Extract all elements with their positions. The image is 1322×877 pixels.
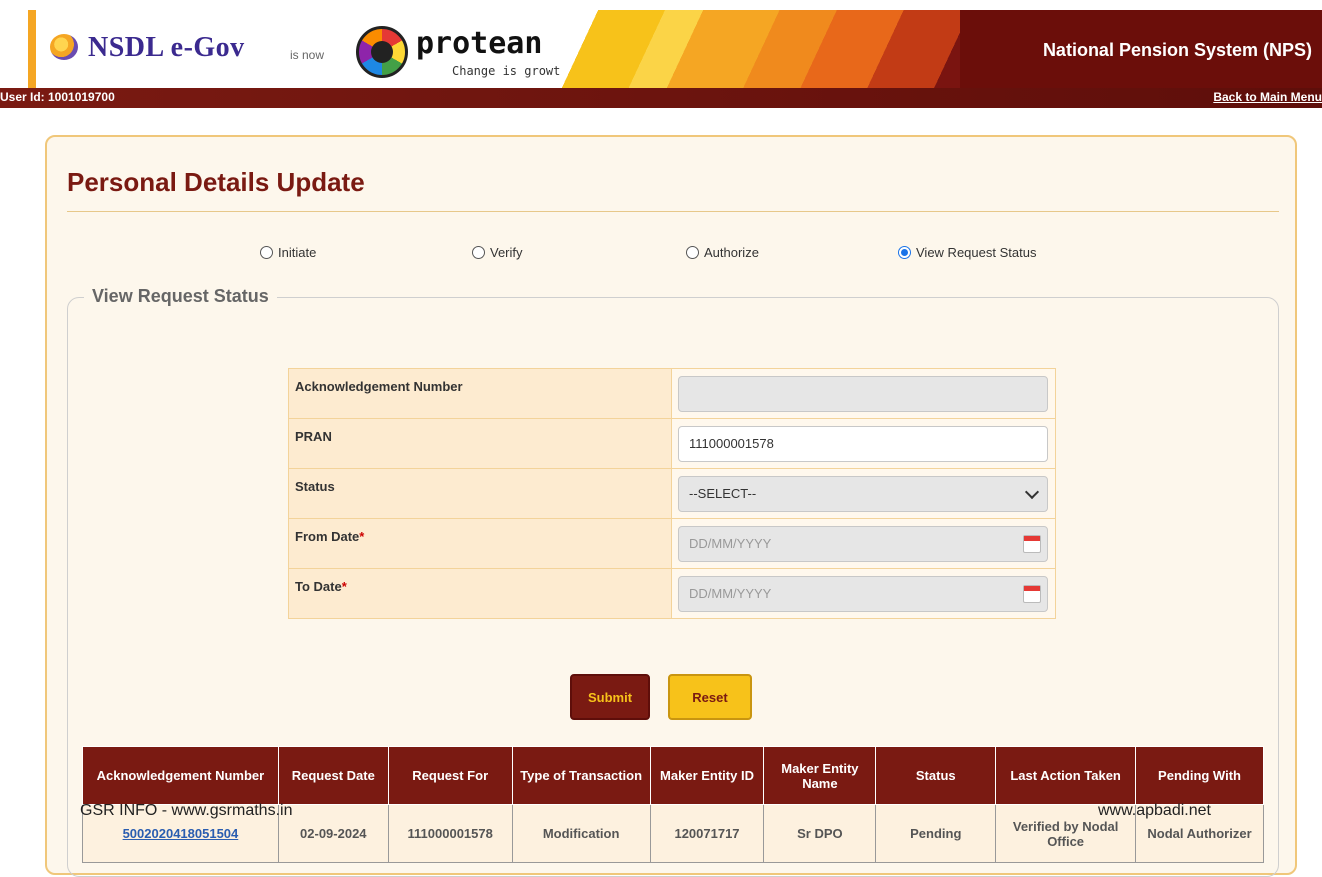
nsdl-logo-text: NSDL e-Gov [88,32,245,63]
col-status: Status [875,746,997,805]
radio-initiate-label: Initiate [278,245,317,260]
watermark-right: www.apbadi.net [1098,802,1211,819]
calendar-icon[interactable] [1023,534,1041,553]
reset-button[interactable]: Reset [668,674,752,720]
col-request-for: Request For [387,746,513,805]
nsdl-logo-icon [50,34,78,60]
form-row-status: Status --SELECT-- [288,468,1056,519]
user-id: User Id: 1001019700 [0,90,115,104]
pran-input-value: 111000001578 [689,436,774,451]
to-date-placeholder: DD/MM/YYYY [689,586,772,601]
col-last-action-taken: Last Action Taken [995,746,1137,805]
radio-view-request-status-label: View Request Status [916,245,1037,260]
ack-number-link[interactable]: 5002020418051504 [123,826,239,841]
header: NSDL e-Gov is now protean Change is grow… [0,0,1322,108]
status-label: Status [288,468,672,519]
protean-logo-icon [356,26,408,78]
cell-maker-entity-name: Sr DPO [763,804,877,863]
from-date-label-cell: From Date* [288,518,672,569]
cell-maker-entity-id: 120071717 [649,804,765,863]
watermark-left: GSR INFO - www.gsrmaths.in [80,802,293,819]
action-radio-group: Initiate Verify Authorize View Request S… [47,245,1297,265]
from-date-input[interactable]: DD/MM/YYYY [678,525,1048,562]
ack-label: Acknowledgement Number [288,368,672,419]
required-mark: * [359,529,365,544]
search-form: Acknowledgement Number PRAN 111000001578… [288,368,1056,619]
form-row-ack: Acknowledgement Number [288,368,1056,419]
from-date-label: From Date [295,529,360,544]
section-legend: View Request Status [84,286,277,307]
col-maker-entity-name: Maker Entity Name [763,746,877,805]
radio-authorize[interactable]: Authorize [686,245,759,260]
to-date-label-cell: To Date* [288,568,672,619]
pran-label: PRAN [288,418,672,469]
cell-status: Pending [875,804,997,863]
cell-request-for: 111000001578 [387,804,513,863]
to-date-input[interactable]: DD/MM/YYYY [678,575,1048,612]
nps-title-bar: National Pension System (NPS) [960,10,1322,90]
radio-verify-label: Verify [490,245,523,260]
radio-authorize-label: Authorize [704,245,759,260]
page-title: Personal Details Update [67,167,365,197]
pran-input[interactable]: 111000001578 [678,425,1048,462]
logo-strip: NSDL e-Gov is now protean Change is grow… [0,10,1322,90]
chevron-down-icon [1024,484,1040,499]
main-panel: Personal Details Update Initiate Verify … [45,135,1297,877]
cell-type-of-transaction: Modification [511,804,651,863]
title-divider [67,211,1279,212]
col-ack-number: Acknowledgement Number [82,746,279,805]
results-header-row: Acknowledgement Number Request Date Requ… [82,746,1264,805]
from-date-placeholder: DD/MM/YYYY [689,536,772,551]
calendar-icon[interactable] [1023,584,1041,603]
user-bar: User Id: 1001019700 Back to Main Menu [0,88,1322,108]
radio-view-request-status[interactable]: View Request Status [898,245,1036,260]
system-title: National Pension System (NPS) [1042,40,1312,60]
required-mark: * [341,579,347,594]
radio-verify[interactable]: Verify [472,245,523,260]
radio-verify-dot[interactable] [472,246,485,259]
status-select[interactable]: --SELECT-- [678,475,1048,512]
form-row-pran: PRAN 111000001578 [288,418,1056,469]
radio-initiate-dot[interactable] [260,246,273,259]
is-now-text: is now [290,48,325,62]
radio-authorize-dot[interactable] [686,246,699,259]
form-row-to-date: To Date* DD/MM/YYYY [288,568,1056,619]
radio-view-request-status-dot[interactable] [898,246,911,259]
status-select-value: --SELECT-- [689,486,757,501]
cell-request-date: 02-09-2024 [277,804,389,863]
decorative-stripes [560,10,1000,90]
ack-number-input[interactable] [678,375,1048,412]
col-request-date: Request Date [277,746,389,805]
radio-initiate[interactable]: Initiate [260,245,316,260]
col-maker-entity-id: Maker Entity ID [649,746,765,805]
to-date-label: To Date [295,579,342,594]
protean-tagline: Change is growth [452,64,568,78]
view-request-status-section: View Request Status Acknowledgement Numb… [67,286,1279,877]
protean-logo-text: protean [416,26,543,61]
submit-button[interactable]: Submit [570,674,650,720]
back-to-main-menu-link[interactable]: Back to Main Menu [1213,90,1322,104]
col-pending-with: Pending With [1135,746,1264,805]
form-row-from-date: From Date* DD/MM/YYYY [288,518,1056,569]
col-type-of-transaction: Type of Transaction [511,746,651,805]
